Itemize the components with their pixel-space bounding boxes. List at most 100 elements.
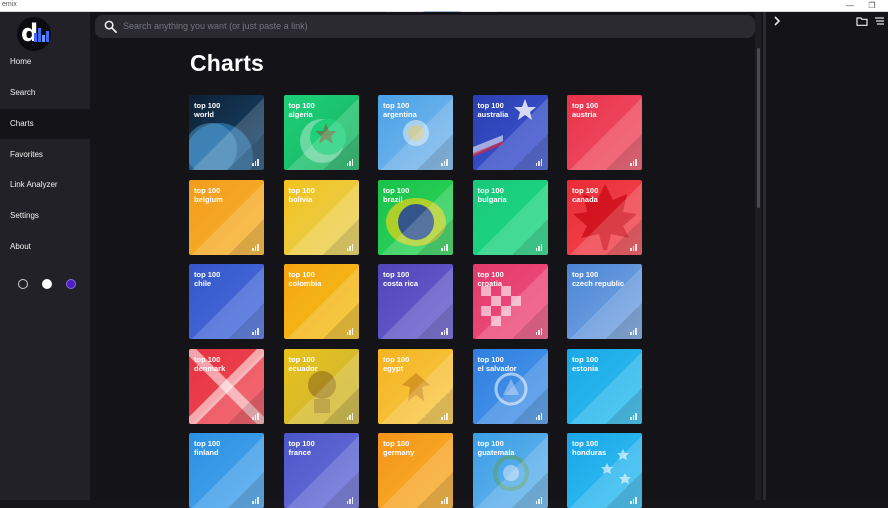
chart-card[interactable]: top 100 el salvador xyxy=(472,348,548,424)
sidebar-item-settings[interactable]: Settings xyxy=(0,201,90,231)
chart-card-country: algeria xyxy=(288,110,313,119)
chart-card[interactable]: top 100 belgium xyxy=(189,179,264,255)
queue-list-icon[interactable] xyxy=(873,15,885,27)
chart-card-prefix: top 100 xyxy=(477,354,504,364)
chart-bars-icon xyxy=(441,159,449,166)
chart-bars-icon xyxy=(630,159,638,166)
chart-card-prefix: top 100 xyxy=(194,101,221,110)
chart-card-country: guatemala xyxy=(477,448,515,457)
chart-card-country: world xyxy=(194,110,214,119)
main-scrollbar-thumb[interactable] xyxy=(757,48,760,208)
theme-purple-button[interactable] xyxy=(66,279,76,289)
chart-card-prefix: top 100 xyxy=(572,354,599,364)
chart-bars-icon xyxy=(630,328,638,335)
chart-bars-icon xyxy=(535,328,544,335)
window-app-name: emix xyxy=(2,1,17,8)
chart-card-prefix: top 100 xyxy=(477,101,504,110)
chart-card[interactable]: top 100 brazil xyxy=(378,179,453,255)
chart-card[interactable]: top 100 chile xyxy=(189,264,264,339)
chart-bars-icon xyxy=(630,412,638,420)
chart-bars-icon xyxy=(535,497,544,504)
chart-card[interactable]: top 100 guatemala xyxy=(472,433,548,508)
chart-card[interactable]: top 100 czech republic xyxy=(567,264,642,339)
theme-light-button[interactable] xyxy=(42,279,52,289)
chart-bars-icon xyxy=(346,412,355,420)
chart-card-prefix: top 100 xyxy=(477,185,504,195)
chart-card[interactable]: top 100 argentina xyxy=(378,95,453,170)
chart-card-prefix: top 100 xyxy=(383,270,410,279)
chart-bars-icon xyxy=(252,497,260,504)
chart-card-prefix: top 100 xyxy=(288,101,315,110)
chart-bars-icon xyxy=(441,412,449,420)
chart-bars-icon xyxy=(441,243,449,251)
chart-card-country: australia xyxy=(477,110,509,119)
chart-card-country: costa rica xyxy=(383,279,419,288)
chart-card-country: ecuador xyxy=(288,363,318,373)
chart-bars-icon xyxy=(252,328,260,335)
chart-card[interactable]: top 100 world xyxy=(189,95,264,170)
chart-card-prefix: top 100 xyxy=(288,354,315,364)
chart-card-prefix: top 100 xyxy=(572,270,599,279)
chart-card-country: egypt xyxy=(383,363,404,373)
chart-bars-icon xyxy=(441,497,449,504)
sidebar-item-about[interactable]: About xyxy=(0,232,90,262)
sidebar-item-favorites[interactable]: Favorites xyxy=(0,140,90,170)
sidebar-item-link-analyzer[interactable]: Link Analyzer xyxy=(0,170,90,200)
chart-card-country: el salvador xyxy=(477,363,517,373)
chart-card[interactable]: top 100 bulgaria xyxy=(472,179,548,255)
chart-bars-icon xyxy=(441,328,449,335)
chart-card[interactable]: top 100 algeria xyxy=(283,95,359,170)
logo-bars-icon xyxy=(34,26,49,42)
chart-bars-icon xyxy=(630,497,638,504)
chart-card-prefix: top 100 xyxy=(572,185,599,195)
chart-card-prefix: top 100 xyxy=(572,439,599,448)
sidebar-item-home[interactable]: Home xyxy=(0,47,90,77)
minimize-button[interactable]: — xyxy=(840,0,860,11)
chart-card-country: honduras xyxy=(572,448,607,457)
chart-card-country: chile xyxy=(194,279,212,288)
chart-card[interactable]: top 100 honduras xyxy=(567,433,642,508)
chart-card-country: estonia xyxy=(572,363,599,373)
chart-card-prefix: top 100 xyxy=(383,439,410,448)
folder-icon[interactable] xyxy=(856,15,868,27)
chart-card[interactable]: top 100 finland xyxy=(189,433,264,508)
chart-card[interactable]: top 100 germany xyxy=(378,433,453,508)
chart-card-prefix: top 100 xyxy=(194,439,221,448)
chart-card[interactable]: top 100 austria xyxy=(567,95,642,170)
chart-card[interactable]: top 100 costa rica xyxy=(378,264,453,339)
sidebar-item-search[interactable]: Search xyxy=(0,78,90,108)
chart-card[interactable]: top 100 bolivia xyxy=(283,179,359,255)
chart-card[interactable]: top 100 estonia xyxy=(567,348,642,424)
sidebar: d Home Search Charts Favorites Link Anal… xyxy=(0,12,90,500)
chart-card-prefix: top 100 xyxy=(572,101,599,110)
window-titlebar: emix — ❐ xyxy=(0,0,888,13)
chart-card[interactable]: top 100 france xyxy=(283,433,359,508)
chart-card[interactable]: top 100 denmark xyxy=(189,348,264,424)
chevron-right-icon[interactable] xyxy=(771,15,783,27)
chart-card[interactable]: top 100 ecuador xyxy=(283,348,359,424)
chart-bars-icon xyxy=(346,159,355,166)
page-title: Charts xyxy=(190,50,265,76)
chart-card-prefix: top 100 xyxy=(288,270,315,279)
theme-dark-button[interactable] xyxy=(18,279,28,289)
chart-card[interactable]: top 100 canada xyxy=(567,179,642,255)
maximize-button[interactable]: ❐ xyxy=(862,0,882,11)
chart-card[interactable]: top 100 egypt xyxy=(378,348,453,424)
chart-card[interactable]: top 100 croatia xyxy=(472,264,548,339)
chart-card-country: germany xyxy=(383,448,415,457)
chart-card[interactable]: top 100 australia xyxy=(472,95,548,170)
chart-card-country: finland xyxy=(194,448,219,457)
search-bar[interactable]: Search anything you want (or just paste … xyxy=(95,15,755,38)
chart-bars-icon xyxy=(535,159,544,166)
chart-bars-icon xyxy=(630,243,638,251)
chart-bars-icon xyxy=(535,412,544,420)
titlebar-drag-region[interactable] xyxy=(386,0,502,13)
chart-card[interactable]: top 100 colombia xyxy=(283,264,359,339)
search-input[interactable]: Search anything you want (or just paste … xyxy=(123,15,308,38)
app-logo[interactable]: d xyxy=(17,17,51,51)
sidebar-item-charts[interactable]: Charts xyxy=(0,109,90,139)
chart-card-country: denmark xyxy=(194,363,226,373)
chart-card-prefix: top 100 xyxy=(383,185,410,195)
chart-bars-icon xyxy=(535,243,544,251)
chart-card-prefix: top 100 xyxy=(194,270,221,279)
